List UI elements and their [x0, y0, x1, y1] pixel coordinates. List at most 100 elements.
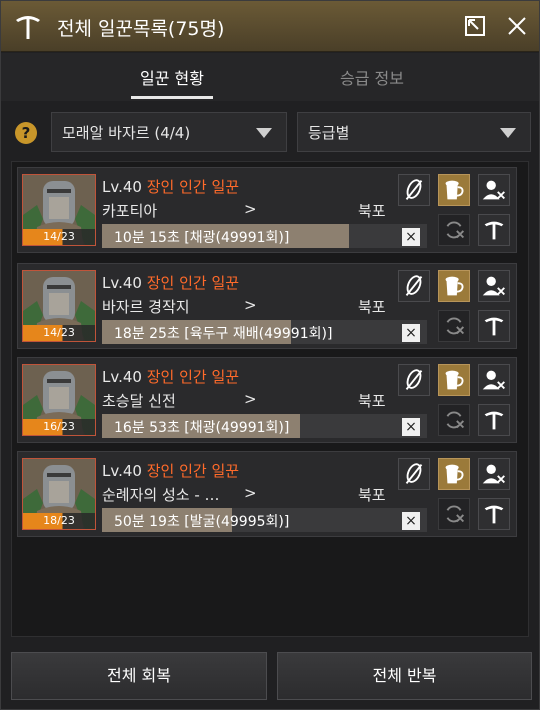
task-progress-bar: 10분 15초 [채광(49991회)] — [102, 224, 427, 248]
worker-location: 초승달 신전 — [102, 392, 176, 410]
worker-card[interactable]: 14/23 Lv.40 장인 인간 일꾼 카포티아 > 북포 10분 15초 [… — [17, 167, 517, 253]
repeat-button[interactable] — [438, 214, 470, 246]
worker-grade: 장인 인간 일꾼 — [146, 368, 240, 386]
work-button[interactable] — [478, 498, 510, 530]
feed-button[interactable] — [438, 458, 470, 490]
worker-card[interactable]: 16/23 Lv.40 장인 인간 일꾼 초승달 신전 > 북포 16분 53초… — [17, 357, 517, 443]
pickaxe-icon — [484, 505, 504, 524]
feed-button[interactable] — [438, 174, 470, 206]
worker-location: 카포티아 — [102, 202, 158, 220]
beer-mug-icon — [445, 276, 464, 296]
feather-button[interactable] — [398, 364, 430, 396]
town-select[interactable]: 모래알 바자르 (4/4) — [51, 112, 287, 152]
worker-level: Lv.40 — [102, 178, 142, 196]
title-bar[interactable]: 전체 일꾼목록(75명) — [1, 1, 539, 52]
worker-level: Lv.40 — [102, 274, 142, 292]
feather-button[interactable] — [398, 174, 430, 206]
task-progress-bar: 50분 19초 [발굴(49995회)] — [102, 508, 427, 532]
repeat-all-button[interactable]: 전체 반복 — [277, 652, 532, 700]
beer-mug-icon — [445, 180, 464, 200]
repeat-button[interactable] — [438, 310, 470, 342]
feed-button[interactable] — [438, 270, 470, 302]
feather-icon — [405, 369, 423, 390]
route-arrow: > — [244, 296, 257, 314]
help-icon[interactable]: ? — [15, 122, 37, 144]
popout-icon[interactable] — [463, 14, 487, 38]
stamina-counter: 14/23 — [23, 325, 95, 341]
worker-location: 순례자의 성소 - … — [102, 486, 220, 504]
worker-grade: 장인 인간 일꾼 — [146, 274, 240, 292]
repeat-button[interactable] — [438, 404, 470, 436]
worker-portrait[interactable]: 14/23 — [22, 174, 96, 246]
feather-button[interactable] — [398, 458, 430, 490]
chevron-down-icon — [500, 128, 516, 138]
worker-title: Lv.40 장인 인간 일꾼 — [102, 366, 239, 387]
sort-select-value: 등급별 — [308, 124, 350, 142]
task-progress-text: 18분 25초 [육두구 재배(49991회)] — [114, 326, 333, 342]
worker-portrait[interactable]: 14/23 — [22, 270, 96, 342]
window-title: 전체 일꾼목록(75명) — [57, 18, 225, 40]
feather-icon — [405, 463, 423, 484]
remove-user-icon — [482, 180, 505, 200]
fire-worker-button[interactable] — [478, 364, 510, 396]
active-tab-underline — [131, 96, 213, 99]
fire-worker-button[interactable] — [478, 174, 510, 206]
remove-user-icon — [482, 370, 505, 390]
beer-mug-icon — [445, 464, 464, 484]
town-select-value: 모래알 바자르 (4/4) — [62, 124, 191, 142]
repeat-cancel-icon — [446, 505, 465, 523]
stop-task-button[interactable]: × — [402, 228, 420, 246]
repeat-button[interactable] — [438, 498, 470, 530]
worker-destination: 북포 — [358, 202, 386, 220]
worker-portrait[interactable]: 16/23 — [22, 364, 96, 436]
worker-destination: 북포 — [358, 298, 386, 316]
feed-button[interactable] — [438, 364, 470, 396]
route-arrow: > — [244, 200, 257, 218]
pickaxe-icon — [484, 411, 504, 430]
feather-button[interactable] — [398, 270, 430, 302]
worker-portrait[interactable]: 18/23 — [22, 458, 96, 530]
chevron-down-icon — [256, 128, 272, 138]
work-button[interactable] — [478, 214, 510, 246]
worker-card[interactable]: 14/23 Lv.40 장인 인간 일꾼 바자르 경작지 > 북포 18분 25… — [17, 263, 517, 349]
stop-task-button[interactable]: × — [402, 512, 420, 530]
sort-select[interactable]: 등급별 — [297, 112, 531, 152]
stamina-counter: 16/23 — [23, 419, 95, 435]
worker-title: Lv.40 장인 인간 일꾼 — [102, 176, 239, 197]
remove-user-icon — [482, 464, 505, 484]
worker-title: Lv.40 장인 인간 일꾼 — [102, 460, 239, 481]
fire-worker-button[interactable] — [478, 270, 510, 302]
worker-level: Lv.40 — [102, 368, 142, 386]
worker-card[interactable]: 18/23 Lv.40 장인 인간 일꾼 순례자의 성소 - … > 북포 50… — [17, 451, 517, 537]
task-progress-text: 10분 15초 [채광(49991회)] — [114, 230, 290, 246]
task-progress-bar: 16분 53초 [채광(49991회)] — [102, 414, 427, 438]
route-arrow: > — [244, 390, 257, 408]
worker-destination: 북포 — [358, 392, 386, 410]
stop-task-button[interactable]: × — [402, 418, 420, 436]
repeat-cancel-icon — [446, 221, 465, 239]
beer-mug-icon — [445, 370, 464, 390]
tab-promotion-info[interactable]: 승급 정보 — [331, 65, 413, 89]
tab-worker-status[interactable]: 일꾼 현황 — [131, 65, 213, 89]
worker-level: Lv.40 — [102, 462, 142, 480]
pickaxe-icon — [484, 221, 504, 240]
task-progress-text: 16분 53초 [채광(49991회)] — [114, 420, 290, 436]
recover-all-button[interactable]: 전체 회복 — [11, 652, 267, 700]
work-button[interactable] — [478, 404, 510, 436]
route-arrow: > — [244, 484, 257, 502]
pickaxe-icon — [484, 317, 504, 336]
stamina-counter: 14/23 — [23, 229, 95, 245]
stop-task-button[interactable]: × — [402, 324, 420, 342]
worker-grade: 장인 인간 일꾼 — [146, 462, 240, 480]
work-button[interactable] — [478, 310, 510, 342]
remove-user-icon — [482, 276, 505, 296]
pickaxe-icon — [16, 16, 40, 39]
worker-title: Lv.40 장인 인간 일꾼 — [102, 272, 239, 293]
worker-location: 바자르 경작지 — [102, 298, 190, 316]
fire-worker-button[interactable] — [478, 458, 510, 490]
close-icon[interactable] — [505, 14, 529, 38]
stamina-counter: 18/23 — [23, 513, 95, 529]
worker-grade: 장인 인간 일꾼 — [146, 178, 240, 196]
worker-destination: 북포 — [358, 486, 386, 504]
feather-icon — [405, 179, 423, 200]
